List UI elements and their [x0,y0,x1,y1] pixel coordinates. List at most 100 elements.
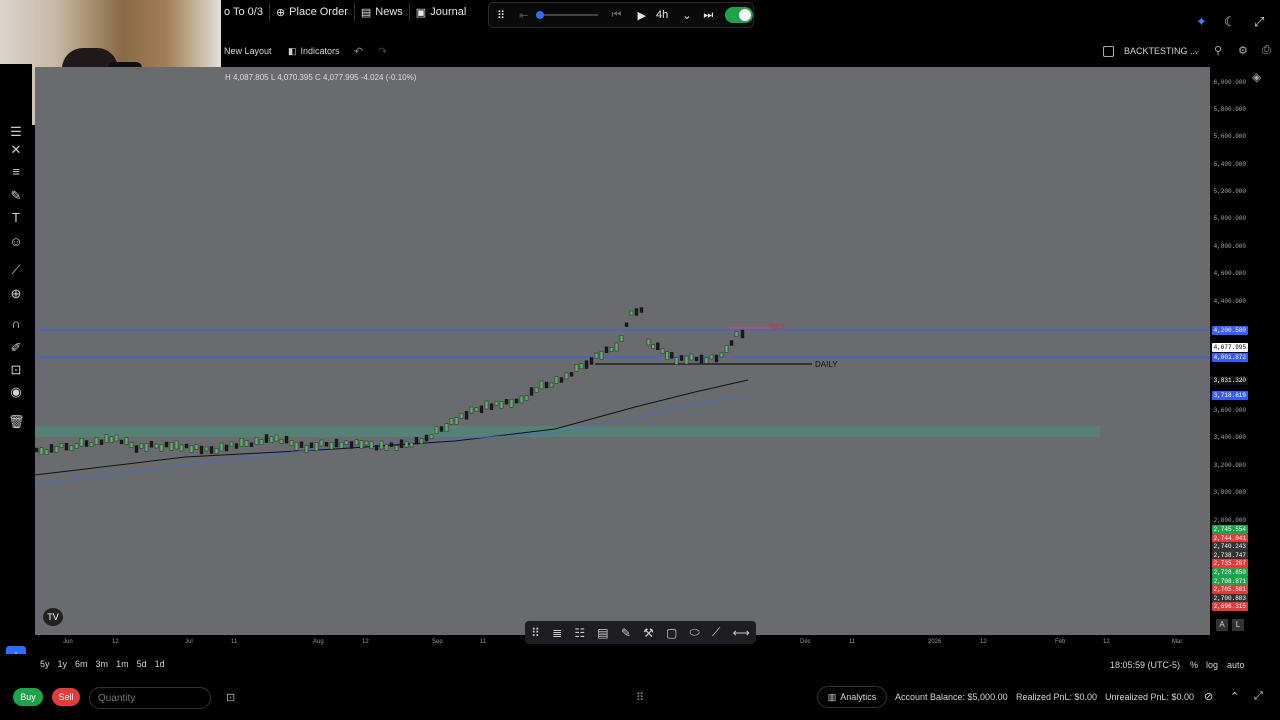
pencil-icon[interactable]: ✐ [8,340,24,356]
timeframe-label[interactable]: 4h [656,9,668,21]
range-option[interactable]: 6m [75,659,88,669]
horizontal-line-icon[interactable]: ⟷ [733,626,750,640]
candle [414,436,419,445]
sparkle-icon[interactable]: ✦ [1196,14,1207,30]
emoji-icon[interactable]: ☺ [8,234,24,250]
candle [489,403,494,410]
lock-scale-button[interactable]: L [1232,619,1244,631]
journal-button[interactable]: ▣ Journal [410,0,472,24]
drag-handle-icon[interactable]: ⠿ [636,691,644,704]
magnet-icon[interactable]: ∩ [8,316,24,332]
price-tick-label: 5,600.000 [1213,133,1246,140]
layers-icon[interactable]: ◈ [1252,70,1261,84]
log-toggle[interactable]: log [1206,660,1218,670]
range-option[interactable]: 1m [116,659,129,669]
step-back-icon[interactable]: ⏮ [612,9,622,22]
news-button[interactable]: ▤ News [355,0,409,24]
drag-handle-icon[interactable]: ⠿ [531,626,540,640]
brush-icon[interactable]: ✎ [621,626,631,640]
candle [149,441,154,448]
brush-icon[interactable]: ✎ [8,188,24,204]
menu-icon[interactable]: ☰ [8,124,24,140]
replay-toggle[interactable] [725,7,753,23]
new-layout-button[interactable]: New Layout [218,41,278,61]
percent-toggle[interactable]: % [1190,660,1198,670]
skip-start-icon[interactable]: ⇤ [519,9,528,22]
lock-icon[interactable]: ⊡ [8,362,24,378]
candle [124,437,129,445]
range-option[interactable]: 3m [96,659,109,669]
auto-scale-button[interactable]: A [1216,619,1228,631]
settings-icon[interactable]: ⚙ [1238,44,1248,57]
lock-icon[interactable]: ⊡ [226,691,235,704]
camera-icon[interactable]: ⎙ [1262,44,1271,57]
candle [244,440,249,447]
rectangle-icon[interactable]: ▢ [666,626,677,640]
candle [584,360,589,369]
moon-icon[interactable]: ☾ [1224,14,1236,30]
range-option[interactable]: 5y [40,659,50,669]
ruler-icon[interactable]: ⟋ [8,262,24,278]
zoom-icon[interactable]: ⊕ [8,286,24,302]
analytics-button[interactable]: ▥ Analytics [817,686,887,708]
candle [624,322,629,327]
candle [324,442,329,447]
candle [139,443,144,449]
trendline-icon[interactable]: ⟋ [712,625,720,640]
ellipse-icon[interactable]: ⬭ [690,625,700,640]
trash-icon[interactable]: 🗑 [8,414,25,430]
eye-icon[interactable]: ◉ [8,384,24,400]
candle [399,439,404,448]
candle [104,434,109,443]
step-forward-icon[interactable]: ⏭ [703,9,713,22]
pattern-icon[interactable]: ⚒ [643,626,654,640]
candle [559,377,564,383]
play-icon[interactable]: ▶ [637,9,645,22]
drag-handle-icon[interactable]: ⠿ [497,9,505,22]
replay-slider[interactable] [536,11,598,19]
channel-icon[interactable]: ≡ [8,164,24,180]
chevron-down-icon[interactable]: ⌄ [682,9,691,22]
candle [44,449,49,455]
range-option[interactable]: 5d [137,659,147,669]
price-tick-label: 6,000.000 [1213,79,1246,86]
range-option[interactable]: 1d [155,659,165,669]
price-chart[interactable]: H 4,087.805 L 4,070.395 C 4,077.995 -4.0… [35,67,1210,635]
candle [719,352,724,358]
place-order-button[interactable]: ⊕ Place Order [270,0,354,24]
candle [264,434,269,443]
sell-button[interactable]: Sell [52,688,80,706]
expand-icon[interactable]: ⤢ [1254,690,1263,703]
candle [660,348,665,354]
chevron-up-icon[interactable]: ⌃ [1230,690,1239,703]
buy-button[interactable]: Buy [13,688,43,706]
chevron-down-icon[interactable]: ⌄ [1193,45,1201,56]
range-option[interactable]: 1y [58,659,68,669]
goto-button[interactable]: o To 0/3 [218,0,269,24]
backtesting-checkbox[interactable] [1103,46,1114,57]
pattern-icon[interactable]: ✕ [8,142,24,158]
fib-icon[interactable]: ☷ [574,626,585,640]
quantity-input[interactable] [89,687,211,709]
lines-icon[interactable]: ≣ [552,626,562,640]
indicators-button[interactable]: ◧ Indicators [282,41,346,61]
eye-off-icon[interactable]: ⊘ [1204,690,1213,703]
fullscreen-icon[interactable]: ⤢ [1254,14,1264,30]
text-icon[interactable]: T [8,210,24,226]
candle [239,438,244,447]
redo-icon[interactable]: ↷ [378,45,387,58]
candle [369,441,374,450]
alert-icon[interactable]: ⚲ [1214,44,1222,57]
candle [234,443,239,449]
candle [494,401,499,406]
backtesting-label[interactable]: BACKTESTING ... [1124,46,1198,56]
candle [259,439,264,445]
price-tick-label: 3,400.000 [1213,434,1246,441]
candle [459,412,464,419]
undo-icon[interactable]: ↶ [354,45,363,58]
candle [249,442,254,447]
candle [334,438,339,448]
price-axis[interactable]: 6,000.000 5,800.000 5,600.000 5,400.000 5,20… [1210,67,1250,635]
auto-toggle[interactable]: auto [1227,660,1245,670]
channel-icon[interactable]: ▤ [597,626,608,640]
